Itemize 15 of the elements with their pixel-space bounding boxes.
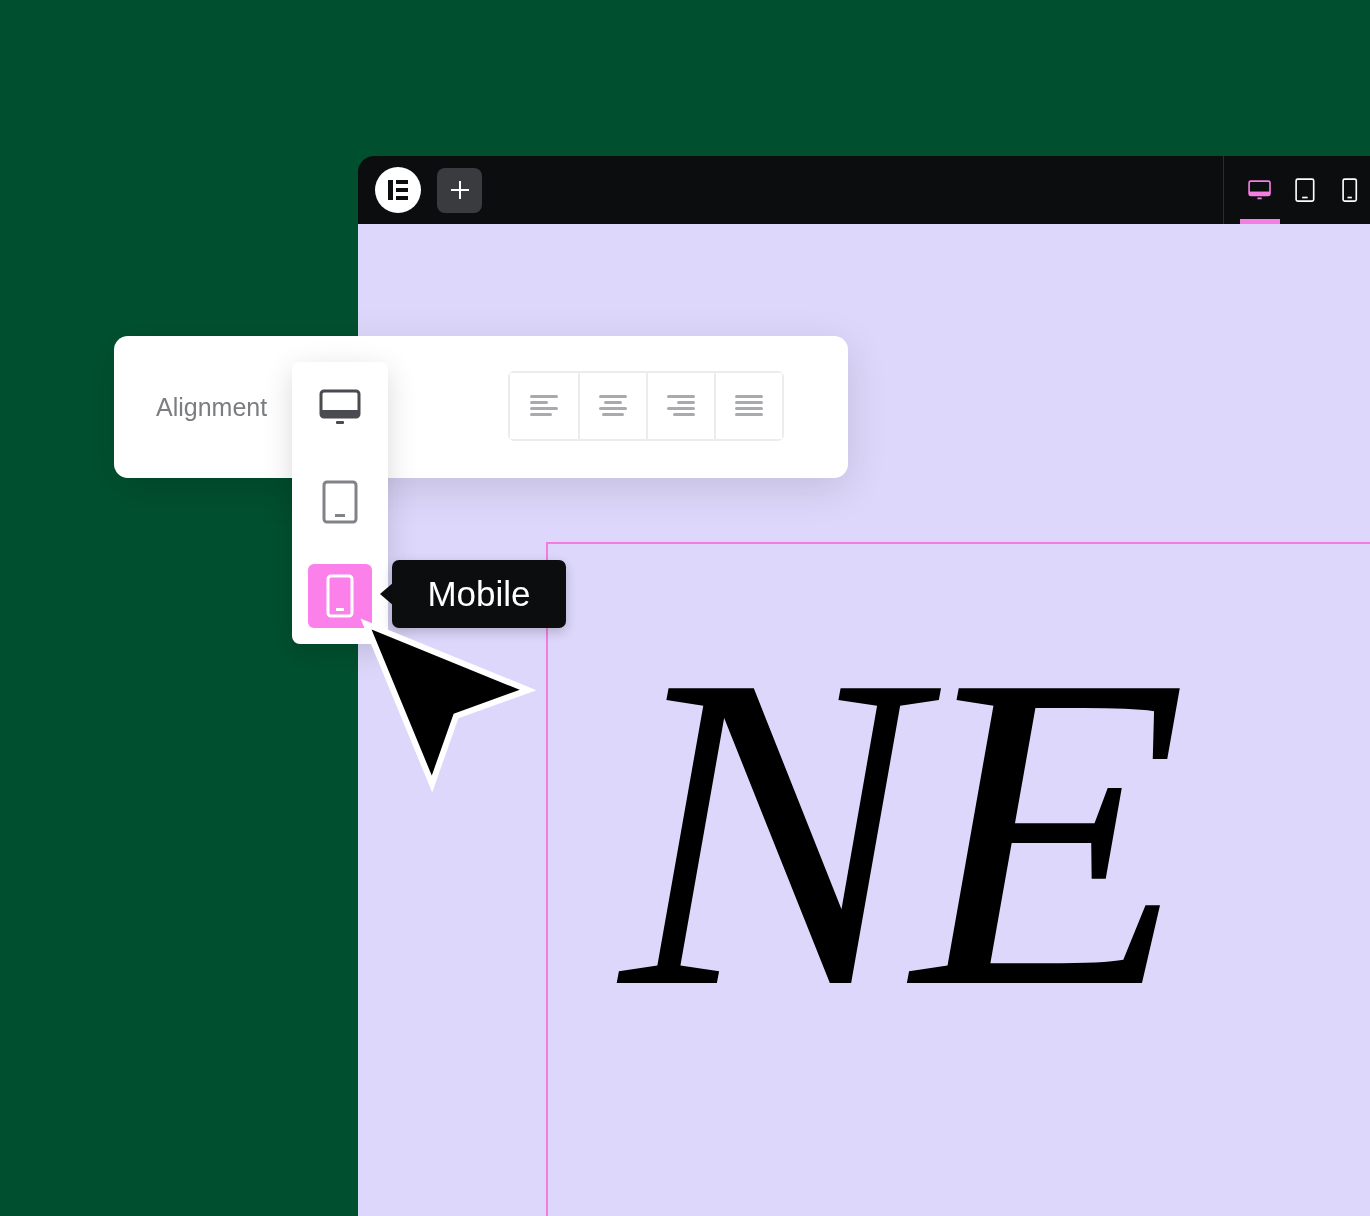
align-center-icon <box>599 395 628 417</box>
alignment-label: Alignment <box>156 392 268 422</box>
align-left-icon <box>530 395 559 417</box>
tablet-icon <box>1295 177 1315 203</box>
align-justify-icon <box>735 395 764 417</box>
desktop-icon <box>319 389 361 427</box>
tooltip: Mobile <box>392 560 566 628</box>
logo-icon[interactable] <box>375 167 421 213</box>
mobile-icon <box>326 574 354 618</box>
mobile-icon <box>1342 177 1358 203</box>
plus-icon <box>449 180 470 200</box>
add-button[interactable] <box>437 167 482 213</box>
desktop-icon <box>1248 179 1272 201</box>
tablet-icon <box>322 480 358 524</box>
align-right-icon <box>667 395 696 417</box>
